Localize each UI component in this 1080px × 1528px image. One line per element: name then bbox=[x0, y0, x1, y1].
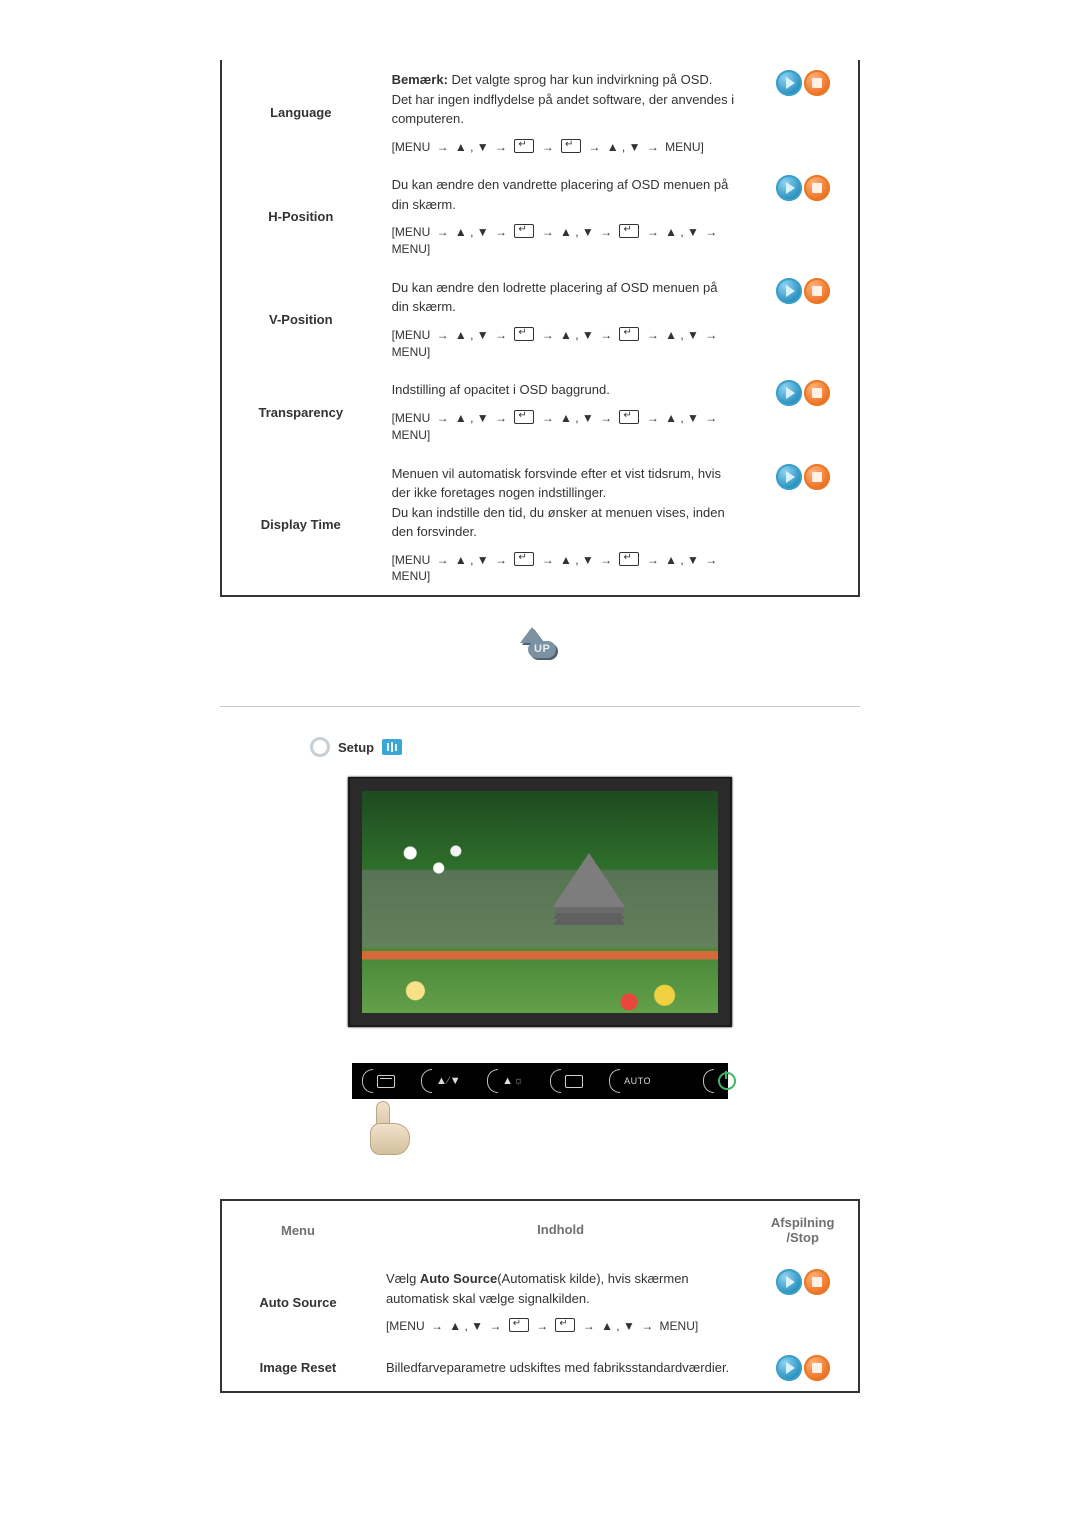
monitor-auto-button[interactable]: AUTO bbox=[609, 1069, 651, 1093]
power-icon bbox=[718, 1072, 736, 1090]
row-play-controls bbox=[748, 165, 859, 268]
row-play-controls bbox=[748, 370, 859, 453]
row-description: Menuen vil automatisk forsvinde efter et… bbox=[380, 454, 748, 597]
row-menu-label: Transparency bbox=[221, 370, 380, 453]
setup-preview-image bbox=[362, 791, 718, 1013]
enter-icon bbox=[561, 139, 581, 153]
nav-sequence: [MENU → ▲ , ▼ → → ▲ , ▼ → → ▲ , ▼ → MENU… bbox=[392, 224, 736, 258]
setup-section-heading: Setup bbox=[220, 737, 860, 757]
play-button[interactable] bbox=[776, 278, 802, 304]
play-button[interactable] bbox=[776, 175, 802, 201]
enter-icon bbox=[514, 224, 534, 238]
stop-button[interactable] bbox=[804, 1355, 830, 1381]
row-menu-label: Auto Source bbox=[221, 1259, 374, 1345]
row-menu-label: H-Position bbox=[221, 165, 380, 268]
table-row: Auto SourceVælg Auto Source(Automatisk k… bbox=[221, 1259, 859, 1345]
enter-icon bbox=[514, 327, 534, 341]
monitor-menu-button[interactable] bbox=[362, 1069, 395, 1093]
row-play-controls bbox=[747, 1345, 859, 1392]
enter-icon bbox=[514, 552, 534, 566]
row-menu-label: Image Reset bbox=[221, 1345, 374, 1392]
play-button[interactable] bbox=[776, 1355, 802, 1381]
enter-icon bbox=[509, 1318, 529, 1332]
setup-title: Setup bbox=[338, 740, 374, 755]
table-row: LanguageBemærk: Det valgte sprog har kun… bbox=[221, 60, 859, 165]
table-row: Image ResetBilledfarveparametre udskifte… bbox=[221, 1345, 859, 1392]
hand-pointer-icon bbox=[370, 1109, 412, 1159]
stop-button[interactable] bbox=[804, 278, 830, 304]
enter-rect-icon bbox=[565, 1075, 583, 1088]
monitor-power-button[interactable] bbox=[703, 1069, 736, 1093]
row-menu-label: Display Time bbox=[221, 454, 380, 597]
enter-icon bbox=[619, 410, 639, 424]
table-row: H-PositionDu kan ændre den vandrette pla… bbox=[221, 165, 859, 268]
row-description: Billedfarveparametre udskiftes med fabri… bbox=[374, 1345, 747, 1392]
play-button[interactable] bbox=[776, 464, 802, 490]
menu-icon bbox=[377, 1075, 395, 1088]
table-row: V-PositionDu kan ændre den lodrette plac… bbox=[221, 268, 859, 371]
scroll-up-button[interactable]: UP bbox=[516, 627, 564, 663]
row-play-controls bbox=[748, 454, 859, 597]
row-description: Indstilling af opacitet i OSD baggrund.[… bbox=[380, 370, 748, 453]
enter-icon bbox=[514, 139, 534, 153]
row-play-controls bbox=[748, 268, 859, 371]
play-button[interactable] bbox=[776, 1269, 802, 1295]
enter-icon bbox=[619, 327, 639, 341]
nav-sequence: [MENU → ▲ , ▼ → → ▲ , ▼ → → ▲ , ▼ → MENU… bbox=[392, 552, 736, 586]
setup-table-header: Menu Indhold Afspilning/Stop bbox=[221, 1200, 859, 1259]
nav-sequence: [MENU → ▲ , ▼ → → → ▲ , ▼ → MENU] bbox=[386, 1318, 735, 1335]
row-description: Du kan ændre den vandrette placering af … bbox=[380, 165, 748, 268]
monitor-adjust-button[interactable]: ▲⁄▼ bbox=[421, 1069, 461, 1093]
osd-options-table: LanguageBemærk: Det valgte sprog har kun… bbox=[220, 60, 860, 597]
row-menu-label: V-Position bbox=[221, 268, 380, 371]
stop-button[interactable] bbox=[804, 464, 830, 490]
setup-sliders-icon bbox=[382, 739, 402, 755]
auto-label: AUTO bbox=[624, 1076, 651, 1086]
play-button[interactable] bbox=[776, 70, 802, 96]
enter-icon bbox=[619, 224, 639, 238]
monitor-button-bar: ▲⁄▼ ▲☼ AUTO bbox=[352, 1063, 728, 1099]
enter-icon bbox=[619, 552, 639, 566]
header-menu: Menu bbox=[221, 1200, 374, 1259]
section-divider bbox=[220, 706, 860, 707]
row-description: Bemærk: Det valgte sprog har kun indvirk… bbox=[380, 60, 748, 165]
header-content: Indhold bbox=[374, 1200, 747, 1259]
stop-button[interactable] bbox=[804, 70, 830, 96]
brightness-icon: ▲☼ bbox=[502, 1075, 524, 1087]
table-row: Display TimeMenuen vil automatisk forsvi… bbox=[221, 454, 859, 597]
table-row: TransparencyIndstilling af opacitet i OS… bbox=[221, 370, 859, 453]
stop-button[interactable] bbox=[804, 1269, 830, 1295]
nav-sequence: [MENU → ▲ , ▼ → → ▲ , ▼ → → ▲ , ▼ → MENU… bbox=[392, 410, 736, 444]
setup-preview-frame bbox=[348, 777, 732, 1027]
row-description: Vælg Auto Source(Automatisk kilde), hvis… bbox=[374, 1259, 747, 1345]
play-button[interactable] bbox=[776, 380, 802, 406]
enter-icon bbox=[555, 1318, 575, 1332]
heading-bullet-icon bbox=[310, 737, 330, 757]
row-play-controls bbox=[747, 1259, 859, 1345]
stop-button[interactable] bbox=[804, 175, 830, 201]
monitor-enter-button[interactable] bbox=[550, 1069, 583, 1093]
nav-sequence: [MENU → ▲ , ▼ → → ▲ , ▼ → → ▲ , ▼ → MENU… bbox=[392, 327, 736, 361]
adjust-updown-icon: ▲⁄▼ bbox=[436, 1075, 461, 1087]
header-play: Afspilning/Stop bbox=[747, 1200, 859, 1259]
monitor-brightness-button[interactable]: ▲☼ bbox=[487, 1069, 524, 1093]
row-play-controls bbox=[748, 60, 859, 165]
stop-button[interactable] bbox=[804, 380, 830, 406]
up-label: UP bbox=[528, 641, 556, 658]
setup-options-table: Menu Indhold Afspilning/Stop Auto Source… bbox=[220, 1199, 860, 1393]
enter-icon bbox=[514, 410, 534, 424]
row-description: Du kan ændre den lodrette placering af O… bbox=[380, 268, 748, 371]
nav-sequence: [MENU → ▲ , ▼ → → → ▲ , ▼ → MENU] bbox=[392, 139, 736, 156]
row-menu-label: Language bbox=[221, 60, 380, 165]
